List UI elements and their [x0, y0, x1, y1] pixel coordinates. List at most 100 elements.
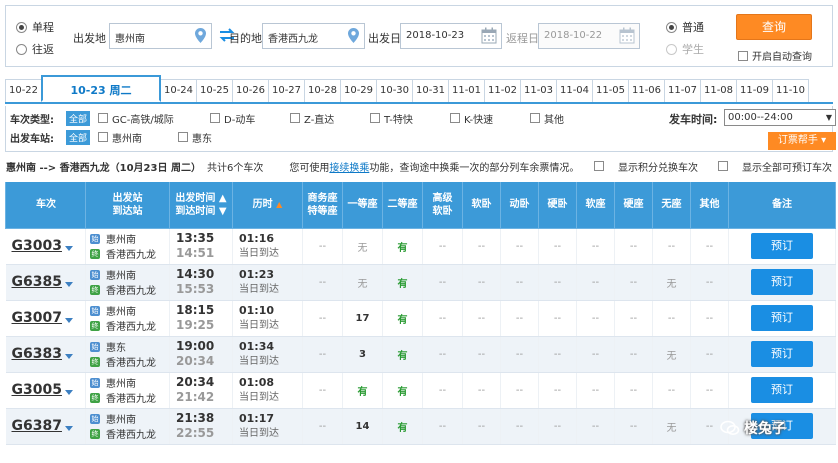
book-button[interactable]: 预订: [751, 269, 813, 295]
other-cell: --: [690, 228, 729, 265]
checkbox-icon[interactable]: [718, 161, 728, 171]
filter-d[interactable]: D-动车: [210, 111, 290, 126]
depart-time-select[interactable]: 00:00--24:00 ▼: [724, 109, 836, 126]
col-other: 其他: [690, 182, 729, 229]
date-tab[interactable]: 10-27: [268, 79, 305, 102]
location-pin-icon[interactable]: [348, 28, 359, 43]
radio-icon[interactable]: [666, 43, 677, 55]
filter-z[interactable]: Z-直达: [290, 111, 370, 126]
date-tab[interactable]: 11-01: [448, 79, 485, 102]
date-tab[interactable]: 10-23 周二: [41, 75, 161, 102]
calendar-icon[interactable]: [481, 27, 497, 44]
filter-k[interactable]: K-快速: [450, 111, 530, 126]
date-tab[interactable]: 10-30: [376, 79, 413, 102]
train-cell: G3003: [5, 228, 86, 265]
chevron-down-icon[interactable]: [64, 354, 73, 359]
remark-cell: 预订: [728, 264, 836, 301]
show-points-trains-toggle[interactable]: 显示积分兑换车次: [584, 159, 698, 174]
sort-up-icon[interactable]: ▲: [219, 193, 227, 204]
chevron-down-icon[interactable]: [64, 318, 73, 323]
station-all-button[interactable]: 全部: [66, 129, 91, 145]
show-all-bookable-toggle[interactable]: 显示全部可预订车次: [708, 159, 832, 174]
checkbox-icon[interactable]: [738, 50, 748, 61]
from-input[interactable]: 惠州南: [109, 23, 212, 49]
checkbox-icon[interactable]: [98, 113, 109, 123]
filter-other[interactable]: 其他: [530, 111, 590, 126]
date-tab[interactable]: 10-26: [232, 79, 269, 102]
calendar-icon[interactable]: [619, 27, 635, 44]
book-button[interactable]: 预订: [751, 377, 813, 403]
auto-query-toggle[interactable]: 开启自动查询: [738, 48, 812, 63]
ticket-type-group: 普通 学生: [666, 18, 704, 62]
train-number-link[interactable]: G6383: [12, 346, 62, 362]
date-tab[interactable]: 11-09: [736, 79, 773, 102]
filter-t[interactable]: T-特快: [370, 111, 450, 126]
chevron-down-icon[interactable]: [64, 426, 73, 431]
date-tab[interactable]: 10-22: [5, 79, 42, 102]
chevron-down-icon[interactable]: [64, 246, 73, 251]
trip-type-oneway[interactable]: 单程: [16, 18, 54, 36]
date-tab[interactable]: 11-06: [628, 79, 665, 102]
date-input[interactable]: 2018-10-23: [400, 23, 502, 49]
chevron-down-icon[interactable]: [64, 282, 73, 287]
chevron-down-icon[interactable]: [64, 390, 73, 395]
date-tab[interactable]: 10-24: [160, 79, 197, 102]
checkbox-icon[interactable]: [450, 113, 461, 123]
book-button[interactable]: 预订: [751, 305, 813, 331]
query-button[interactable]: 查询: [736, 14, 812, 40]
date-tab[interactable]: 10-29: [340, 79, 377, 102]
train-number-link[interactable]: G3005: [12, 382, 62, 398]
checkbox-icon[interactable]: [594, 161, 604, 171]
book-button[interactable]: 预订: [751, 233, 813, 259]
filter-station-huidong[interactable]: 惠东: [178, 130, 258, 145]
date-tab[interactable]: 10-28: [304, 79, 341, 102]
train-number-link[interactable]: G3007: [12, 310, 62, 326]
ticket-type-student[interactable]: 学生: [666, 40, 704, 58]
col-times[interactable]: 出发时间 ▲ 到达时间 ▼: [169, 182, 233, 229]
train-number-link[interactable]: G6385: [12, 274, 62, 290]
train-number-link[interactable]: G6387: [12, 418, 62, 434]
checkbox-icon[interactable]: [98, 132, 109, 142]
radio-icon[interactable]: [16, 21, 27, 33]
to-input[interactable]: 香港西九龙: [262, 23, 365, 49]
train-number-link[interactable]: G3003: [12, 238, 62, 254]
search-bar: 单程 往返 出发地 惠州南 目的地 香港西九龙 出发日 2018-10-23 返…: [5, 5, 833, 67]
hard-seat-cell: --: [614, 300, 653, 337]
trip-type-roundtrip[interactable]: 往返: [16, 40, 54, 58]
return-date-input[interactable]: 2018-10-22: [538, 23, 640, 49]
radio-icon[interactable]: [16, 43, 27, 55]
date-tab[interactable]: 10-25: [196, 79, 233, 102]
date-tab[interactable]: 10-31: [412, 79, 449, 102]
date-tab[interactable]: 11-02: [484, 79, 521, 102]
date-tab[interactable]: 11-07: [664, 79, 701, 102]
date-tab[interactable]: 11-05: [592, 79, 629, 102]
checkbox-icon[interactable]: [178, 132, 189, 142]
date-tab[interactable]: 11-04: [556, 79, 593, 102]
col-second: 二等座: [382, 182, 423, 229]
col-duration[interactable]: 历时 ▲: [232, 182, 303, 229]
date-tab[interactable]: 11-08: [700, 79, 737, 102]
radio-icon[interactable]: [666, 21, 677, 33]
date-tab[interactable]: 11-10: [772, 79, 809, 102]
checkbox-icon[interactable]: [370, 113, 381, 123]
first-class-cell: 17: [342, 300, 383, 337]
ticket-type-normal[interactable]: 普通: [666, 18, 704, 36]
soft-seat-cell: --: [576, 300, 615, 337]
train-type-all-button[interactable]: 全部: [66, 110, 91, 126]
filter-gc[interactable]: GC-高铁/城际: [98, 111, 210, 126]
end-station-icon: 终: [90, 428, 100, 439]
start-station-icon: 始: [90, 377, 100, 388]
sort-up-icon[interactable]: ▲: [276, 200, 282, 209]
sort-down-icon[interactable]: ▼: [219, 206, 227, 217]
book-button[interactable]: 预订: [751, 341, 813, 367]
booking-helper-button[interactable]: 订票帮手 ▾: [768, 132, 836, 150]
transfer-link[interactable]: 接续换乘: [329, 163, 369, 174]
checkbox-icon[interactable]: [530, 113, 541, 123]
checkbox-icon[interactable]: [290, 113, 301, 123]
train-count: 共计6个车次: [206, 162, 264, 174]
date-tab[interactable]: 11-03: [520, 79, 557, 102]
filter-station-huizhounan[interactable]: 惠州南: [98, 130, 178, 145]
col-stations[interactable]: 出发站 到达站: [85, 182, 170, 229]
checkbox-icon[interactable]: [210, 113, 221, 123]
location-pin-icon[interactable]: [195, 28, 206, 43]
